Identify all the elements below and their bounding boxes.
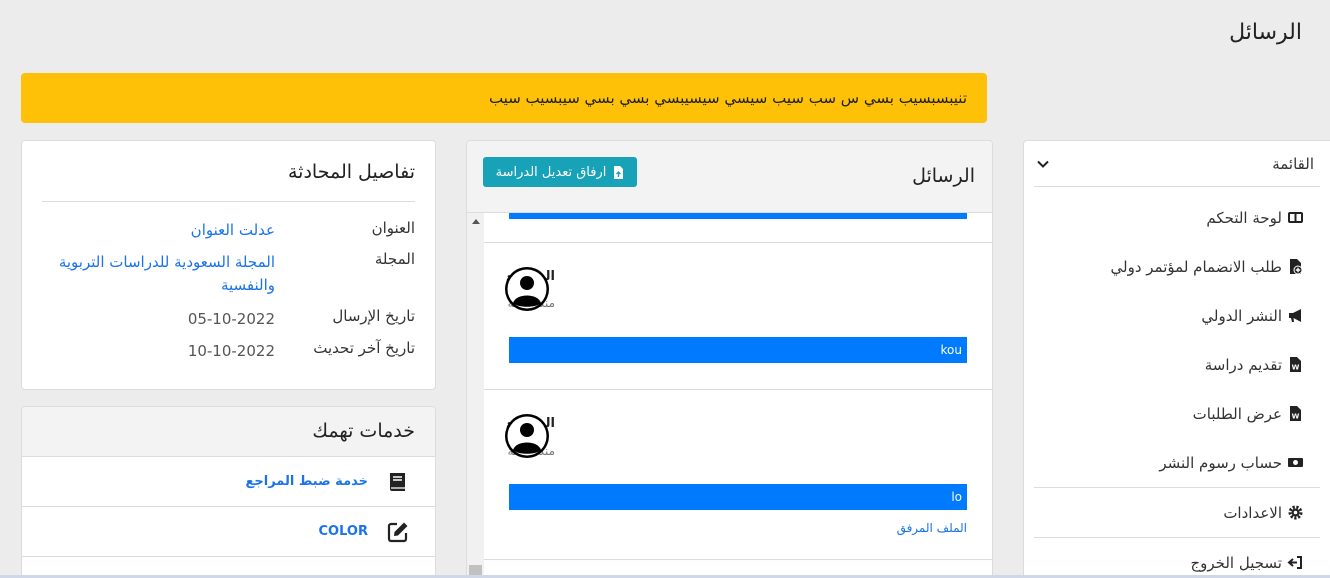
dashboard-icon <box>1287 209 1304 226</box>
service-item-references[interactable]: خدمة ضبط المراجع <box>22 457 435 507</box>
sidebar-item-dashboard[interactable]: لوحة التحكم <box>1024 193 1330 242</box>
message-bubble: lo <box>509 484 967 510</box>
attachment-link[interactable]: الملف المرفق <box>509 521 967 535</box>
detail-journal-line: المجلة السعودية للدراسات التربوية <box>58 253 275 271</box>
logout-icon <box>1287 554 1304 571</box>
scroll-up-arrow-icon[interactable] <box>472 219 480 224</box>
messages-list: المراجع منذ ساعة kou المراجع منذ ساعة lo… <box>484 213 992 578</box>
sidebar-item-submit-study[interactable]: W تقديم دراسة <box>1024 340 1330 389</box>
book-icon <box>386 470 410 494</box>
service-label: خدمة ضبط المراجع <box>245 474 369 489</box>
gear-icon <box>1287 504 1304 521</box>
details-title: تفاصيل المحادثة <box>287 161 415 183</box>
sidebar-item-label: لوحة التحكم <box>1206 208 1282 227</box>
svg-text:W: W <box>1292 364 1300 372</box>
sidebar-item-settings[interactable]: الاعدادات <box>1024 488 1330 537</box>
megaphone-icon <box>1287 307 1304 324</box>
detail-journal-line: والنفسية <box>220 276 275 294</box>
alert-text: تنيبسبسيب بسي س سب سيب سيسي سيسيبسي بسي … <box>488 89 967 107</box>
file-upload-icon <box>614 165 624 179</box>
sidebar-item-label: الاعدادات <box>1223 503 1282 522</box>
sidebar-item-publishing[interactable]: النشر الدولي <box>1024 291 1330 340</box>
menu-header-label: القائمة <box>1272 154 1314 173</box>
alert-banner: تنيبسبسيب بسي س سب سيب سيسي سيسيبسي بسي … <box>21 73 987 123</box>
message-bubble <box>509 213 967 219</box>
sidebar-item-logout[interactable]: تسجيل الخروج <box>1024 538 1330 578</box>
money-icon <box>1287 454 1304 471</box>
sidebar-item-label: تقديم دراسة <box>1204 355 1282 374</box>
word-file-icon: W <box>1287 405 1304 422</box>
scrollbar[interactable] <box>467 213 484 578</box>
sidebar-item-fees[interactable]: حساب رسوم النشر <box>1024 438 1330 487</box>
page-title: الرسائل <box>1229 20 1302 45</box>
sidebar-item-conference[interactable]: طلب الانضمام لمؤتمر دولي <box>1024 242 1330 291</box>
details-divider <box>42 201 415 202</box>
file-plus-icon <box>1287 258 1304 275</box>
message-divider <box>484 242 992 243</box>
messages-panel: الرسائل ارفاق تعديل الدراسة المراجع منذ … <box>466 140 993 578</box>
chevron-down-icon <box>1037 160 1049 168</box>
svg-text:W: W <box>1292 413 1300 421</box>
sidebar-item-label: حساب رسوم النشر <box>1159 453 1282 472</box>
service-label: COLOR <box>318 524 368 539</box>
conversation-details: تفاصيل المحادثة العنوان عدلت العنوان الم… <box>21 140 436 390</box>
services-header: خدمات تهمك <box>22 407 435 457</box>
message-bubble: kou <box>509 337 967 363</box>
avatar-icon <box>505 414 549 458</box>
detail-label: المجلة <box>374 250 415 268</box>
service-item-color[interactable]: COLOR <box>22 507 435 557</box>
message-text: kou <box>940 343 962 357</box>
sidebar-item-label: تسجيل الخروج <box>1190 553 1282 572</box>
messages-title: الرسائل <box>912 165 975 187</box>
word-file-icon: W <box>1287 356 1304 373</box>
detail-label: تاريخ الإرسال <box>332 307 415 325</box>
detail-sent-date: 05-10-2022 <box>187 310 275 328</box>
edit-icon <box>386 520 410 544</box>
detail-label: العنوان <box>371 219 415 237</box>
attach-button-label: ارفاق تعديل الدراسة <box>495 164 607 180</box>
messages-header: الرسائل ارفاق تعديل الدراسة <box>467 141 992 213</box>
services-panel: خدمات تهمك خدمة ضبط المراجع COLOR <box>21 406 436 578</box>
menu-header[interactable]: القائمة <box>1034 141 1320 187</box>
sidebar-item-requests[interactable]: W عرض الطلبات <box>1024 389 1330 438</box>
avatar-icon <box>505 267 549 311</box>
detail-journal-value[interactable]: المجلة السعودية للدراسات التربوية والنفس… <box>59 251 275 297</box>
sidebar-menu: القائمة لوحة التحكم طلب الانضمام لمؤتمر … <box>1023 140 1330 578</box>
sidebar-item-label: عرض الطلبات <box>1192 404 1282 423</box>
sidebar-item-label: طلب الانضمام لمؤتمر دولي <box>1110 257 1282 276</box>
message-divider <box>484 559 992 560</box>
detail-label: تاريخ آخر تحديث <box>313 339 415 357</box>
messages-scroll-area[interactable]: المراجع منذ ساعة kou المراجع منذ ساعة lo… <box>467 213 992 578</box>
message-divider <box>484 389 992 390</box>
detail-title-value[interactable]: عدلت العنوان <box>191 219 275 242</box>
services-title: خدمات تهمك <box>312 420 415 442</box>
message-text: lo <box>951 490 962 504</box>
attach-study-edit-button[interactable]: ارفاق تعديل الدراسة <box>483 157 637 187</box>
sidebar-item-label: النشر الدولي <box>1201 306 1282 325</box>
detail-updated-date: 10-10-2022 <box>187 342 275 360</box>
